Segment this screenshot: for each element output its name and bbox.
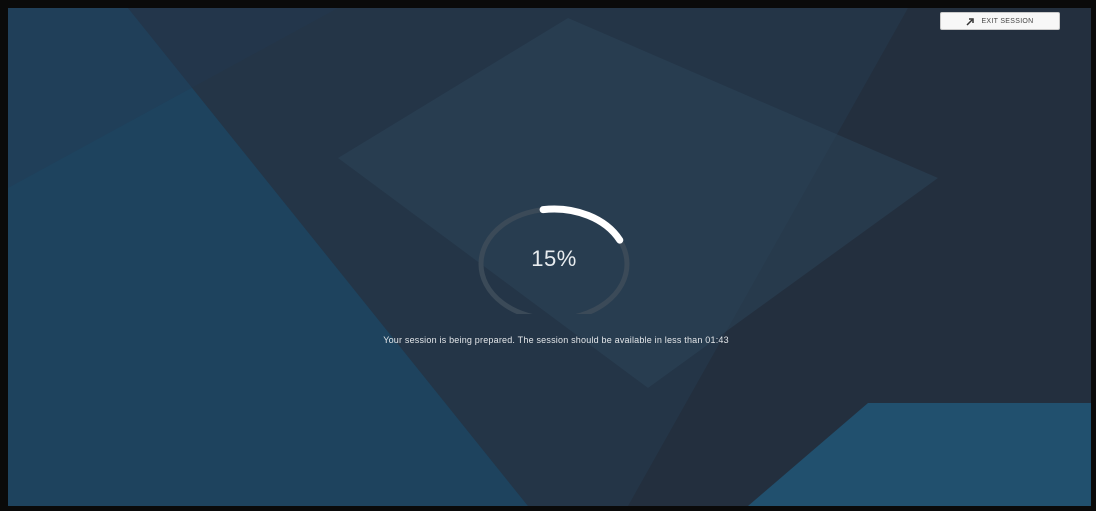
- session-loading-screen: EXIT SESSION 15% Your session is being p…: [8, 8, 1091, 506]
- exit-icon: [966, 16, 976, 26]
- progress-ring-fill: [539, 205, 624, 244]
- progress-percent: 15%: [531, 246, 577, 271]
- progress-indicator: 15%: [474, 204, 634, 314]
- status-message: Your session is being prepared. The sess…: [383, 335, 729, 345]
- exit-session-label: EXIT SESSION: [981, 17, 1034, 25]
- exit-session-button[interactable]: EXIT SESSION: [940, 12, 1060, 30]
